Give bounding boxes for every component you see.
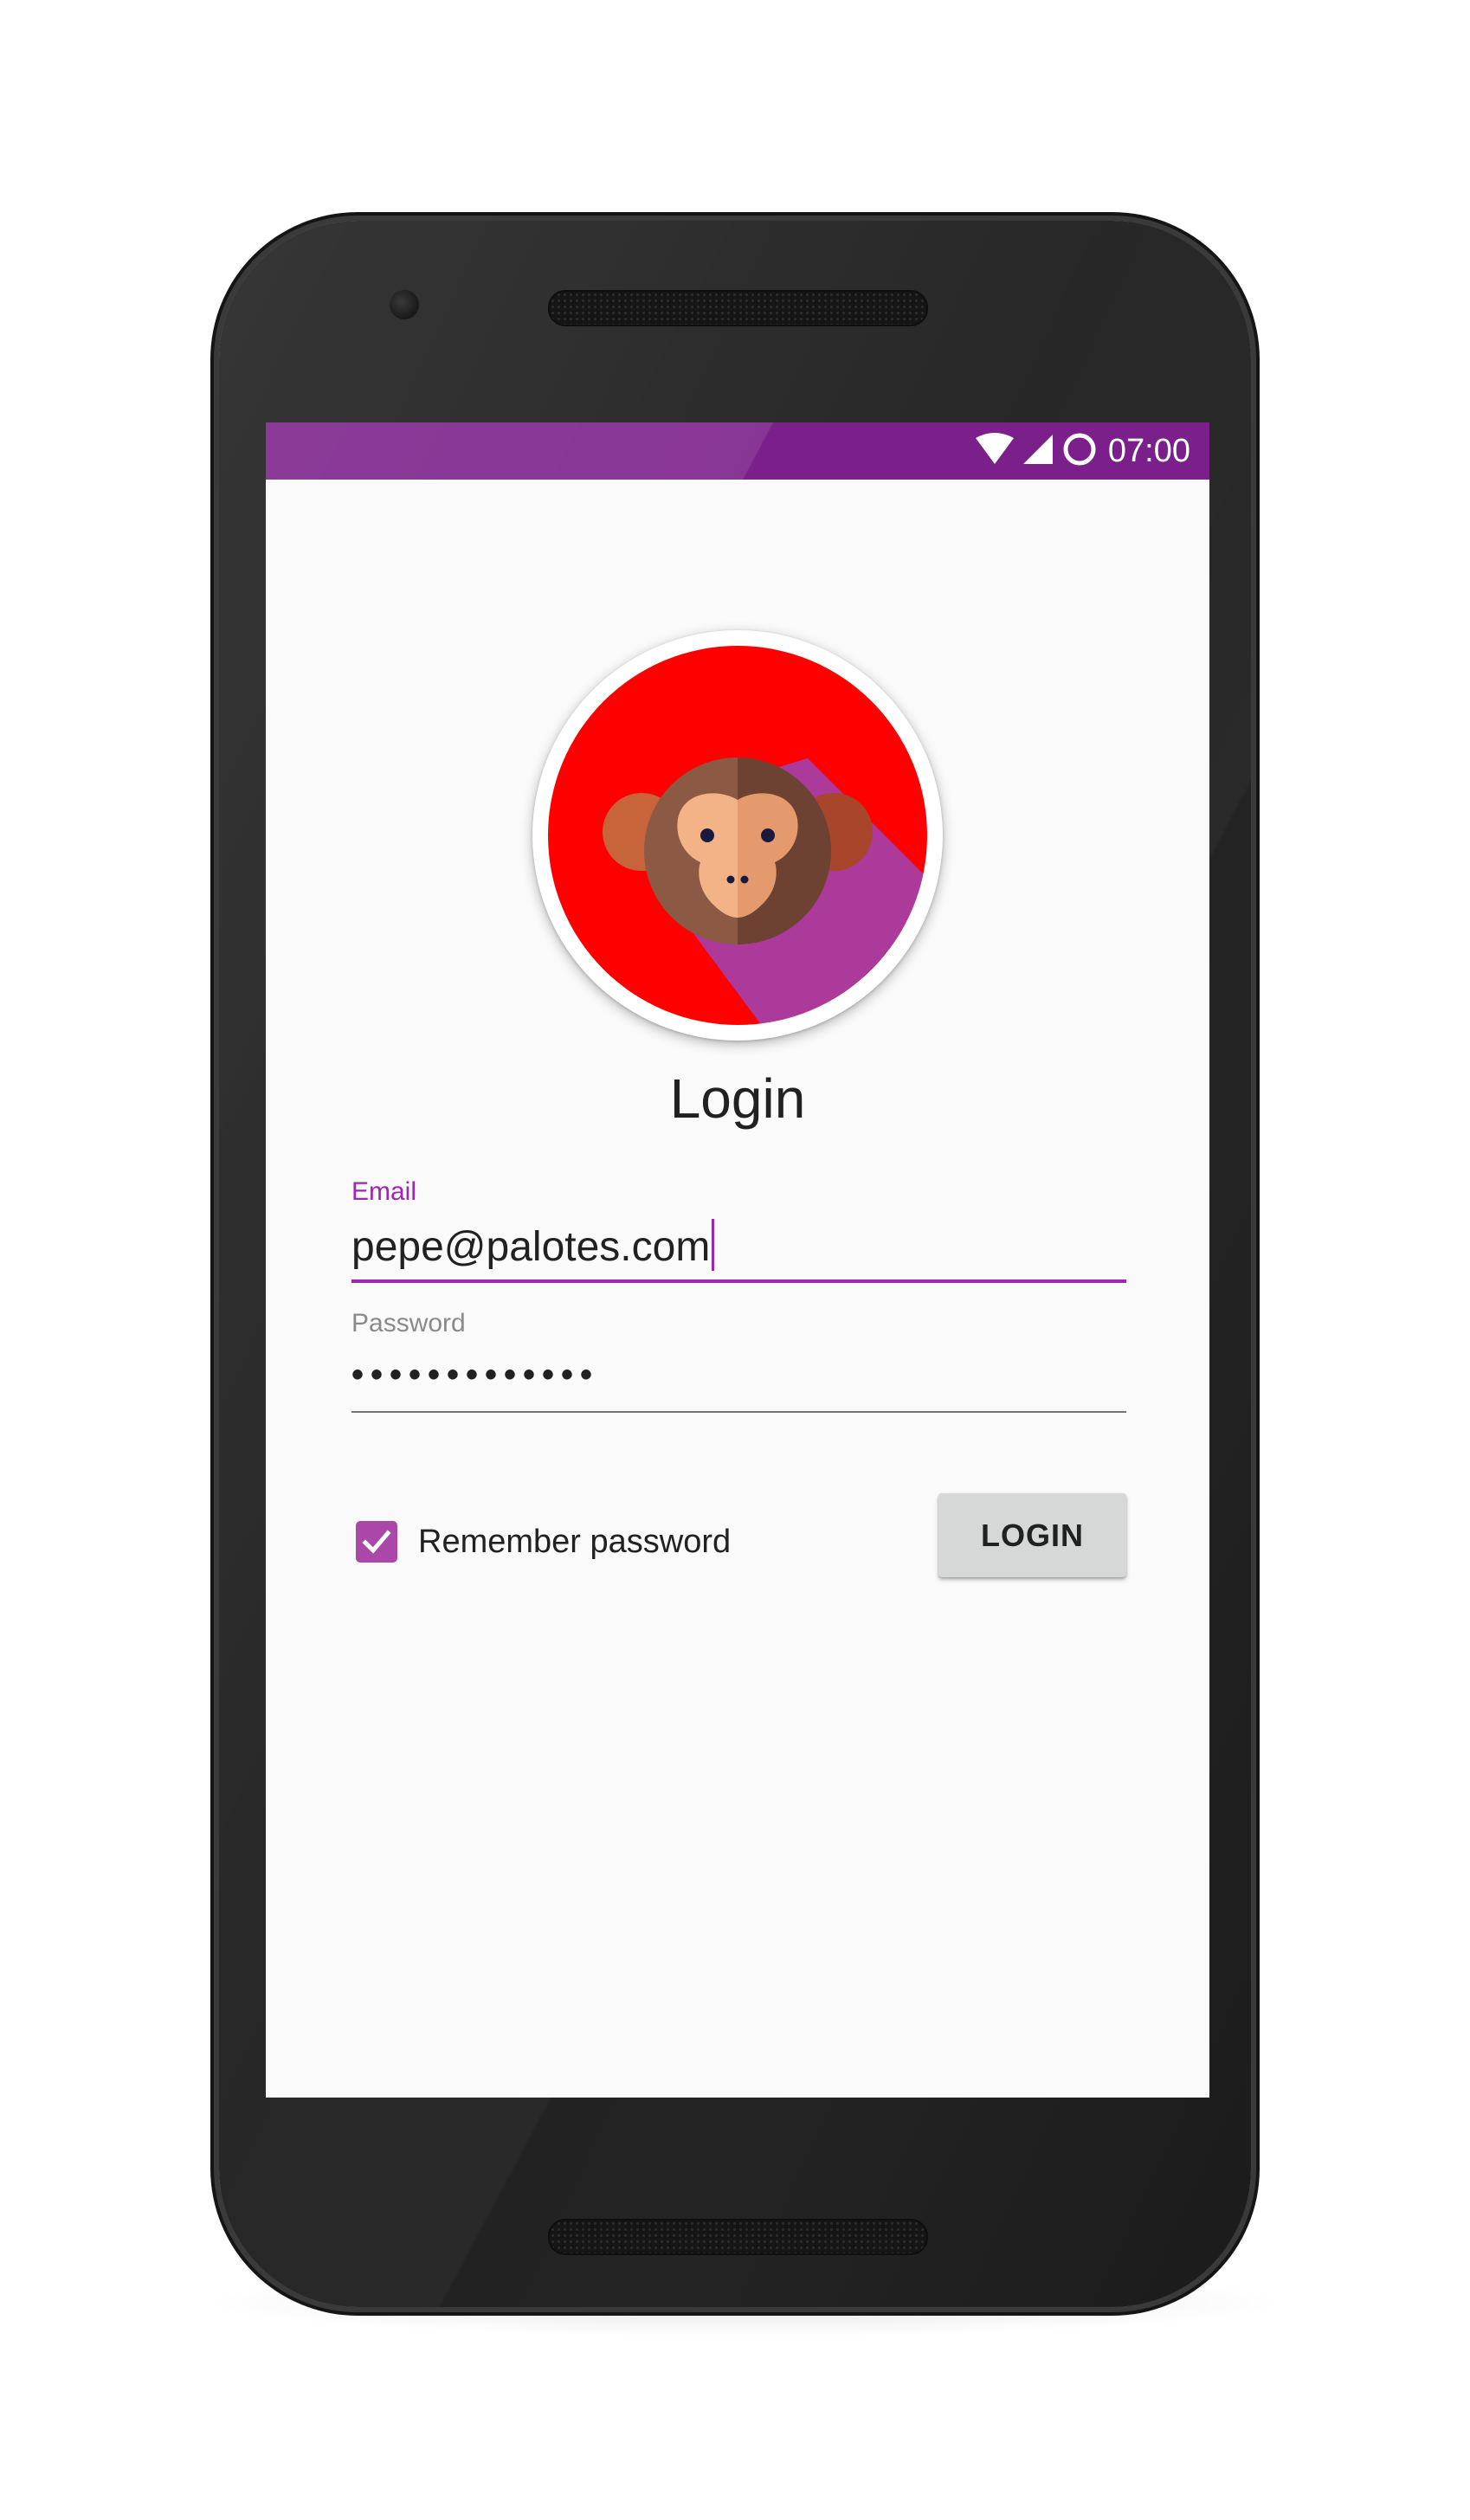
circle-icon	[1061, 431, 1098, 472]
status-bar: 07:00	[266, 422, 1209, 480]
volume-button	[1251, 1052, 1260, 1363]
power-button	[1251, 769, 1260, 907]
check-icon	[362, 1530, 391, 1554]
login-title: Login	[669, 1067, 806, 1130]
text-cursor	[712, 1219, 715, 1271]
email-value: pepe@palotes.com	[351, 1224, 711, 1270]
checkbox-checked[interactable]	[356, 1521, 397, 1563]
password-field[interactable]: Password •••••••••••••	[351, 1309, 1126, 1421]
top-speaker	[548, 290, 928, 326]
status-time: 07:00	[1107, 432, 1190, 469]
remember-password-checkbox[interactable]: Remember password	[356, 1516, 731, 1568]
app-screen: 07:00 Login Email pepe@palotes.com Passw…	[266, 422, 1209, 2098]
email-field[interactable]: Email pepe@palotes.com	[351, 1177, 1126, 1290]
password-label: Password	[351, 1309, 466, 1337]
email-input[interactable]: pepe@palotes.com	[351, 1219, 715, 1271]
password-input[interactable]: •••••••••••••	[351, 1356, 599, 1395]
email-label: Email	[351, 1177, 417, 1206]
monkey-icon	[548, 646, 927, 1025]
front-camera	[390, 290, 419, 319]
login-button[interactable]: LOGIN	[938, 1493, 1126, 1577]
avatar	[532, 630, 943, 1041]
email-underline	[351, 1279, 1126, 1283]
remember-password-label: Remember password	[418, 1523, 732, 1560]
bottom-speaker	[548, 2219, 928, 2255]
wifi-icon	[975, 432, 1015, 470]
password-underline	[351, 1411, 1126, 1413]
status-icons: 07:00	[975, 422, 1190, 480]
cell-signal-icon	[1022, 433, 1054, 470]
